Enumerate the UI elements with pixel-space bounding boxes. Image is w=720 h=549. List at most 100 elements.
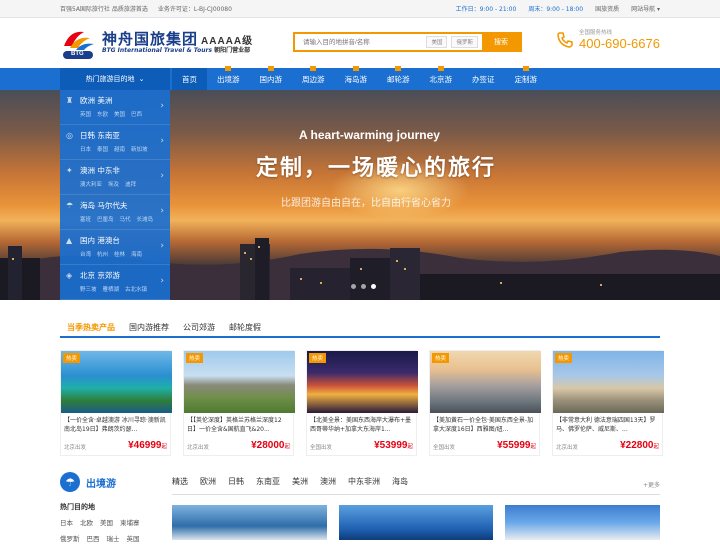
- hot-destinations-title: 热门目的地: [60, 503, 95, 511]
- hot-badge: 热卖: [555, 353, 573, 363]
- search-chip-us[interactable]: 美国: [426, 36, 448, 48]
- product-title[interactable]: 【北美全景：美国东西海岸大瀑布+墨西哥蒂华纳+加拿大东海岸1...: [307, 413, 416, 437]
- sidebar-sub-link[interactable]: 东欧: [97, 110, 108, 118]
- product-card[interactable]: 热卖 【美加黄石一价全包·美国东西全景-加拿大深度16日】西雅图/纽... 全国出发…: [429, 350, 541, 456]
- carousel-dot[interactable]: [351, 284, 356, 289]
- outbound-tab-2[interactable]: 日韩: [228, 476, 244, 487]
- outbound-tab-3[interactable]: 东南亚: [256, 476, 280, 487]
- nav-item-6[interactable]: 北京游: [420, 66, 463, 90]
- sidebar-sub-link[interactable]: 新加坡: [131, 145, 148, 153]
- sidebar-sub-link[interactable]: 迪拜: [125, 180, 136, 188]
- outbound-tab-4[interactable]: 美洲: [292, 476, 308, 487]
- hot-dest-link[interactable]: 柬埔寨: [120, 517, 140, 527]
- outbound-tab-1[interactable]: 欧洲: [200, 476, 216, 487]
- hot-dest-link[interactable]: 美国: [100, 517, 113, 527]
- sidebar-sub-link[interactable]: 英国: [80, 110, 91, 118]
- nav-item-7[interactable]: 办签证: [462, 68, 505, 90]
- product-price: ¥28000起: [251, 440, 290, 451]
- nav-badge: [395, 66, 402, 71]
- carousel-dot[interactable]: [361, 284, 366, 289]
- sidebar-sub-link[interactable]: 桂林: [114, 250, 125, 258]
- product-card[interactable]: 热卖【一价全含·卓越澳游 冰川寻踪·澳新凯 南北岛19日】弗朗茨约瑟... 北京出…: [60, 350, 172, 456]
- sidebar-sub-link[interactable]: 巴厘岛: [97, 215, 114, 223]
- outbound-image-coast[interactable]: [505, 505, 661, 540]
- product-title[interactable]: 【一价全含·卓越澳游 冰川寻踪·澳新凯 南北岛19日】弗朗茨约瑟...: [61, 413, 170, 437]
- outbound-tab-6[interactable]: 中东非洲: [348, 476, 380, 487]
- nav-items: 首页 出境游 国内游 周边游 海岛游 邮轮游 北京游 办签证 定制游: [172, 66, 548, 90]
- nav-item-1[interactable]: 出境游: [207, 66, 250, 90]
- sidebar-sub-link[interactable]: 台湾: [80, 250, 91, 258]
- nav-item-0[interactable]: 首页: [172, 68, 207, 90]
- sidebar-item-3[interactable]: ☂ 海岛 马尔代夫 塞班 巴厘岛 马代 长滩岛 ›: [60, 195, 170, 230]
- search-input[interactable]: [295, 34, 427, 50]
- nav-item-4[interactable]: 海岛游: [335, 66, 378, 90]
- qualification-link[interactable]: 国旅资质: [595, 4, 619, 13]
- hot-tab-1[interactable]: 国内游推荐: [122, 318, 176, 336]
- sidebar-sub-link[interactable]: 雁栖湖: [103, 285, 120, 293]
- hot-badge: 热卖: [63, 353, 81, 363]
- sidebar-sub-link[interactable]: 美国: [114, 110, 125, 118]
- hot-dest-link[interactable]: 英国: [127, 533, 140, 543]
- outbound-image-harbor[interactable]: [172, 505, 327, 540]
- sidebar-sub-link[interactable]: 日本: [80, 145, 91, 153]
- sidebar-sub-link[interactable]: 杭州: [97, 250, 108, 258]
- nav-item-8[interactable]: 定制游: [505, 66, 548, 90]
- hot-tab-2[interactable]: 公司郊游: [176, 318, 222, 336]
- sidebar-sub-link[interactable]: 埃及: [108, 180, 119, 188]
- nav-item-2[interactable]: 国内游: [250, 66, 293, 90]
- hot-tab-0[interactable]: 当季热卖产品: [60, 318, 122, 336]
- outbound-tab-7[interactable]: 海岛: [392, 476, 408, 487]
- outbound-tab-0[interactable]: 精选: [172, 476, 188, 487]
- sidebar-item-5[interactable]: ◈ 北京 京郊游 野三坡 雁栖湖 古北水镇 ›: [60, 265, 170, 300]
- destination-category-button[interactable]: 热门旅游目的地 ⌄: [60, 68, 170, 90]
- site-nav-link[interactable]: 网站导航 ▾: [631, 4, 660, 13]
- hot-dest-link[interactable]: 日本: [60, 517, 73, 527]
- product-title[interactable]: 【非常意大利 德法意瑞四国13天】罗马、佛罗伦萨、威尼斯、...: [553, 413, 662, 437]
- sidebar-sub-link[interactable]: 澳大利亚: [80, 180, 102, 188]
- sidebar-sub-link[interactable]: 野三坡: [80, 285, 97, 293]
- sidebar-sub-link[interactable]: 长滩岛: [137, 215, 154, 223]
- sidebar-sub-link[interactable]: 古北水镇: [125, 285, 147, 293]
- sidebar-sub-link[interactable]: 塞班: [80, 215, 91, 223]
- sidebar-item-1[interactable]: ◎ 日韩 东南亚 日本 泰国 越南 新加坡 ›: [60, 125, 170, 160]
- product-image[interactable]: 热卖: [307, 351, 418, 413]
- search-chip-russia[interactable]: 俄罗斯: [451, 36, 478, 48]
- nav-item-3[interactable]: 周边游: [292, 66, 335, 90]
- sidebar-sub-link[interactable]: 马代: [120, 215, 131, 223]
- hot-tab-3[interactable]: 邮轮度假: [222, 318, 268, 336]
- hot-dest-link[interactable]: 北欧: [80, 517, 93, 527]
- product-card[interactable]: 热卖 【非常意大利 德法意瑞四国13天】罗马、佛罗伦萨、威尼斯、... 北京出发 ¥2…: [552, 350, 664, 456]
- sidebar-sub-link[interactable]: 海南: [131, 250, 142, 258]
- product-title[interactable]: 【【英伦深度】英格兰苏格兰深度12日】一价全含&国航直飞&20...: [184, 413, 293, 437]
- product-image[interactable]: 热卖: [430, 351, 541, 413]
- sidebar-sub-link[interactable]: 泰国: [97, 145, 108, 153]
- hot-dest-link[interactable]: 瑞士: [107, 533, 120, 543]
- product-card[interactable]: 热卖 【【英伦深度】英格兰苏格兰深度12日】一价全含&国航直飞&20... 北京出发…: [183, 350, 295, 456]
- product-image[interactable]: 热卖: [553, 351, 664, 413]
- sidebar-sub-link[interactable]: 巴西: [131, 110, 142, 118]
- nav-item-5[interactable]: 邮轮游: [377, 66, 420, 90]
- sidebar-item-2[interactable]: ✦ 澳洲 中东非 澳大利亚 埃及 迪拜 ›: [60, 160, 170, 195]
- product-title[interactable]: 【美加黄石一价全包·美国东西全景-加拿大深度16日】西雅图/纽...: [430, 413, 539, 437]
- departure-city: 北京出发: [556, 445, 579, 451]
- more-link[interactable]: +更多: [643, 480, 660, 489]
- logo-mark-label: BTG: [71, 51, 84, 57]
- price-unit: 起: [284, 444, 290, 450]
- departure-city: 北京出发: [64, 445, 87, 451]
- product-image[interactable]: 热卖: [61, 351, 172, 413]
- product-card[interactable]: 热卖 【北美全景：美国东西海岸大瀑布+墨西哥蒂华纳+加拿大东海岸1... 全国出发 ¥…: [306, 350, 418, 456]
- hot-dest-link[interactable]: 俄罗斯: [60, 533, 80, 543]
- site-logo[interactable]: BTG 神舟国旅集团 AAAAA级 BTG International Trave…: [60, 26, 253, 60]
- sidebar-item-0[interactable]: ♜ 欧洲 美洲 英国 东欧 美国 巴西 ›: [60, 90, 170, 125]
- hot-dest-link[interactable]: 巴西: [87, 533, 100, 543]
- sidebar-item-4[interactable]: ▲ 国内 港澳台 台湾 杭州 桂林 海南 ›: [60, 230, 170, 265]
- sidebar-sub-link[interactable]: 越南: [114, 145, 125, 153]
- search-button[interactable]: 搜索: [482, 34, 520, 50]
- outbound-image-sea[interactable]: [338, 505, 494, 540]
- top-bar: 百强5A国际旅行社 品质旅游首选 业务许可证：L-BJ-CJ00080 工作日：…: [0, 0, 720, 18]
- outbound-tab-5[interactable]: 澳洲: [320, 476, 336, 487]
- sidebar-item-head: ◈ 北京 京郊游: [66, 270, 164, 281]
- hot-products-tabs: 当季热卖产品 国内游推荐 公司郊游 邮轮度假: [60, 318, 660, 338]
- product-image[interactable]: 热卖: [184, 351, 295, 413]
- carousel-dot[interactable]: [371, 284, 376, 289]
